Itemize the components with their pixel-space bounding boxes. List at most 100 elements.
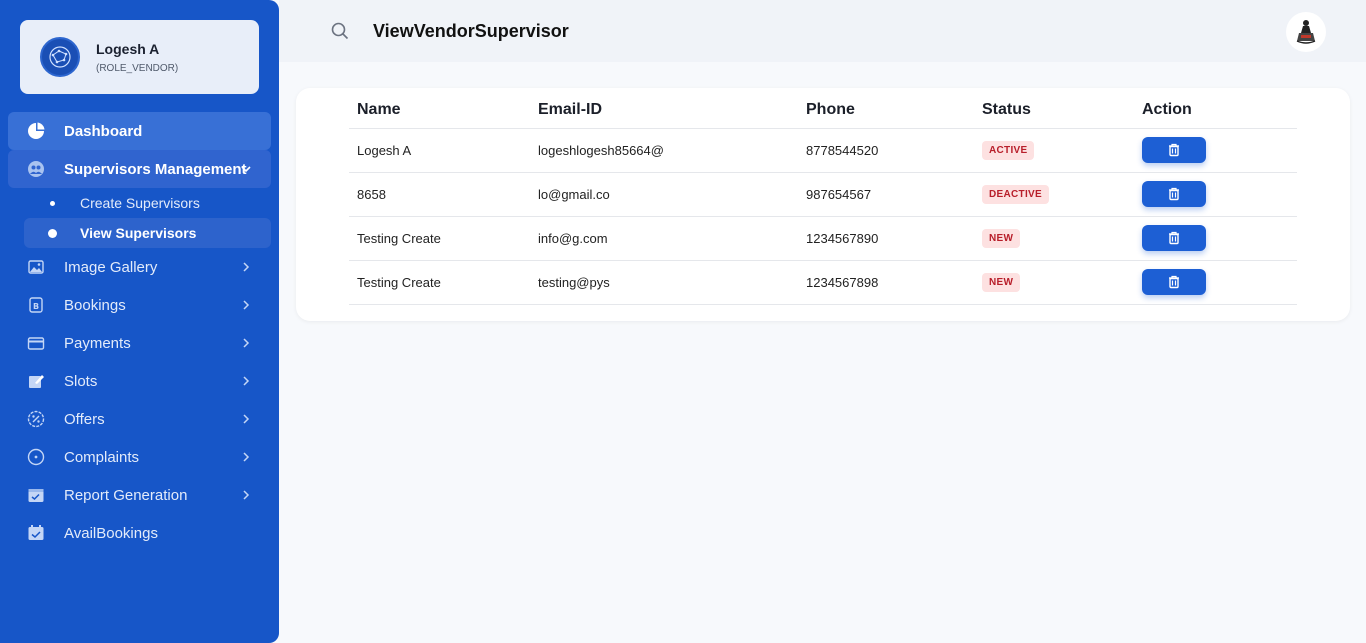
sidebar-item-label: Image Gallery	[64, 258, 158, 276]
cell-name: Testing Create	[349, 216, 538, 261]
cell-name: 8658	[349, 172, 538, 217]
supervisors-table: Name Email-ID Phone Status Action Logesh…	[349, 88, 1297, 305]
column-header-email: Email-ID	[538, 88, 806, 129]
sidebar-item-label: Slots	[64, 372, 98, 390]
status-badge: NEW	[982, 272, 1021, 292]
avatar	[40, 37, 80, 77]
delete-button[interactable]	[1142, 269, 1206, 295]
sidebar-item-slots[interactable]: Slots	[8, 362, 271, 400]
pie-chart-icon	[26, 121, 46, 141]
chevron-right-icon	[243, 338, 250, 348]
table-row: Testing Create info@g.com 1234567890 NEW	[349, 216, 1297, 261]
sidebar-item-label: AvailBookings	[64, 524, 158, 542]
discount-icon	[26, 409, 46, 429]
sidebar-item-availbookings[interactable]: AvailBookings	[8, 514, 271, 552]
status-badge: DEACTIVE	[982, 184, 1049, 204]
chevron-right-icon	[243, 300, 250, 310]
sidebar-item-label: Supervisors Management	[64, 160, 247, 178]
cell-status: NEW	[982, 260, 1142, 305]
chevron-right-icon	[243, 452, 250, 462]
sidebar-subitem-label: View Supervisors	[80, 225, 197, 241]
logo-icon	[49, 46, 71, 68]
submenu-supervisors: Create Supervisors View Supervisors	[8, 188, 271, 248]
cell-action	[1142, 172, 1297, 217]
table-row: Logesh A logeshlogesh85664@ 8778544520 A…	[349, 128, 1297, 173]
page-title: ViewVendorSupervisor	[373, 21, 569, 41]
column-header-action: Action	[1142, 88, 1297, 129]
cell-email: logeshlogesh85664@	[538, 128, 806, 173]
trash-icon	[1169, 143, 1179, 157]
sidebar-item-label: Bookings	[64, 296, 126, 314]
cell-phone: 1234567890	[806, 216, 982, 261]
sidebar-item-supervisors-management[interactable]: Supervisors Management	[8, 150, 271, 188]
trash-icon	[1169, 231, 1179, 245]
profile-name: Logesh A	[96, 40, 160, 57]
header: ViewVendorSupervisor	[279, 0, 1366, 62]
sidebar: Logesh A (ROLE_VENDOR) Dashboard Supervi…	[0, 0, 279, 643]
sidebar-item-label: Complaints	[64, 448, 140, 466]
sidebar-item-complaints[interactable]: Complaints	[8, 438, 271, 476]
table-row: Testing Create testing@pys 1234567898 NE…	[349, 260, 1297, 305]
sidebar-subitem-label: Create Supervisors	[80, 195, 200, 211]
search-icon[interactable]	[331, 22, 349, 40]
svg-text:B: B	[33, 302, 39, 311]
edit-icon	[26, 371, 46, 391]
column-header-status: Status	[982, 88, 1142, 129]
sidebar-item-image-gallery[interactable]: Image Gallery	[8, 248, 271, 286]
delete-button[interactable]	[1142, 181, 1206, 207]
avatar-icon	[1296, 20, 1316, 44]
supervisors-table-card: Name Email-ID Phone Status Action Logesh…	[296, 88, 1350, 321]
sidebar-item-offers[interactable]: Offers	[8, 400, 271, 438]
cell-name: Logesh A	[349, 128, 538, 173]
cell-phone: 8778544520	[806, 128, 982, 173]
image-icon	[26, 257, 46, 277]
cell-status: DEACTIVE	[982, 172, 1142, 217]
calendar-icon	[26, 523, 46, 543]
cell-email: info@g.com	[538, 216, 806, 261]
sidebar-item-label: Report Generation	[64, 486, 188, 504]
sidebar-item-label: Payments	[64, 334, 131, 352]
column-header-name: Name	[349, 88, 538, 129]
delete-button[interactable]	[1142, 225, 1206, 251]
chevron-down-icon	[241, 166, 251, 173]
chevron-right-icon	[243, 414, 250, 424]
cell-action	[1142, 128, 1297, 173]
sidebar-subitem-view-supervisors[interactable]: View Supervisors	[24, 218, 271, 248]
cell-email: lo@gmail.co	[538, 172, 806, 217]
chevron-right-icon	[243, 376, 250, 386]
cell-action	[1142, 216, 1297, 261]
trash-icon	[1169, 187, 1179, 201]
column-header-phone: Phone	[806, 88, 982, 129]
bullet-icon	[50, 200, 55, 206]
trash-icon	[1169, 275, 1179, 289]
bullet-icon	[48, 228, 57, 238]
bookings-icon: B	[26, 295, 46, 315]
delete-button[interactable]	[1142, 137, 1206, 163]
sidebar-item-bookings[interactable]: B Bookings	[8, 286, 271, 324]
sidebar-item-dashboard[interactable]: Dashboard	[8, 112, 271, 150]
table-header-row: Name Email-ID Phone Status Action	[349, 88, 1297, 129]
sidebar-item-report-generation[interactable]: Report Generation	[8, 476, 271, 514]
cell-status: ACTIVE	[982, 128, 1142, 173]
chevron-right-icon	[243, 262, 250, 272]
profile-role: (ROLE_VENDOR)	[96, 62, 179, 74]
profile-card[interactable]: Logesh A (ROLE_VENDOR)	[20, 20, 259, 94]
sidebar-item-label: Dashboard	[64, 122, 143, 140]
cell-phone: 1234567898	[806, 260, 982, 305]
sidebar-nav: Dashboard Supervisors Management Create …	[8, 112, 271, 552]
cell-status: NEW	[982, 216, 1142, 261]
status-badge: ACTIVE	[982, 140, 1035, 160]
circle-dot-icon	[26, 447, 46, 467]
sidebar-item-payments[interactable]: Payments	[8, 324, 271, 362]
credit-card-icon	[26, 333, 46, 353]
sidebar-subitem-create-supervisors[interactable]: Create Supervisors	[24, 188, 271, 218]
users-icon	[26, 159, 46, 179]
cell-email: testing@pys	[538, 260, 806, 305]
chevron-right-icon	[243, 490, 250, 500]
cell-phone: 987654567	[806, 172, 982, 217]
table-row: 8658 lo@gmail.co 987654567 DEACTIVE	[349, 172, 1297, 217]
user-avatar[interactable]	[1286, 12, 1326, 52]
cell-action	[1142, 260, 1297, 305]
calendar-check-icon	[26, 485, 46, 505]
status-badge: NEW	[982, 228, 1021, 248]
